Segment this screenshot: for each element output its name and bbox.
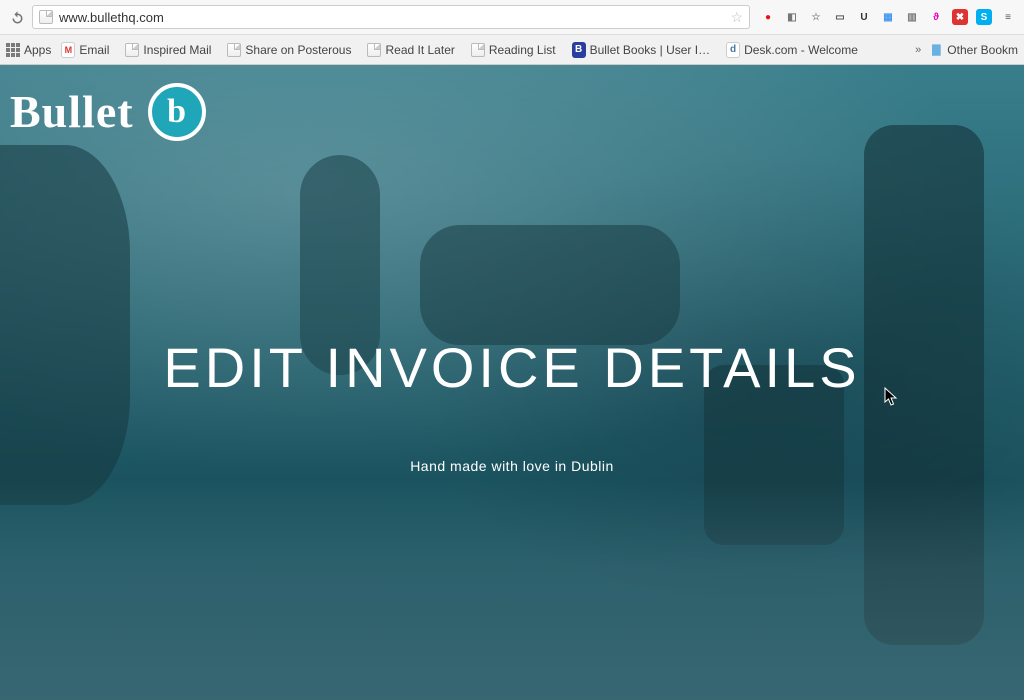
- extension-grid-icon[interactable]: ▥: [902, 7, 922, 27]
- extension-skype-icon[interactable]: S: [974, 7, 994, 27]
- other-bookmarks-label: Other Bookm: [947, 43, 1018, 57]
- page-icon: [227, 43, 241, 57]
- apps-icon: [6, 43, 20, 57]
- apps-button[interactable]: Apps: [6, 43, 51, 57]
- hero: EDIT INVOICE DETAILS Hand made with love…: [0, 335, 1024, 474]
- url-text: www.bullethq.com: [59, 10, 724, 25]
- extension-box-icon[interactable]: ▦: [878, 7, 898, 27]
- bookmark-item[interactable]: Inspired Mail: [125, 43, 211, 57]
- bookmark-item[interactable]: B Bullet Books | User I…: [572, 43, 711, 57]
- hero-subtitle: Hand made with love in Dublin: [0, 458, 1024, 474]
- extension-red-dot-icon[interactable]: ●: [758, 7, 778, 27]
- extension-star-icon[interactable]: ☆: [806, 7, 826, 27]
- extension-square-icon[interactable]: ◧: [782, 7, 802, 27]
- brand-wordmark: Bullet: [10, 89, 134, 135]
- bookmark-label: Desk.com - Welcome: [744, 43, 858, 57]
- brand-badge: b: [148, 83, 206, 141]
- bookmark-item[interactable]: Reading List: [471, 43, 556, 57]
- bg-shape: [0, 481, 1024, 700]
- bookmarks-bar: Apps M Email Inspired Mail Share on Postero…: [0, 34, 1024, 64]
- brand-badge-letter: b: [167, 95, 186, 129]
- bookmark-item[interactable]: M Email: [61, 43, 109, 57]
- page-viewport: Bullet b EDIT INVOICE DETAILS Hand made …: [0, 65, 1024, 700]
- bookmark-item[interactable]: Share on Posterous: [227, 43, 351, 57]
- page-icon: [367, 43, 381, 57]
- brand-logo[interactable]: Bullet b: [10, 83, 206, 141]
- apps-label: Apps: [24, 43, 51, 57]
- bookmark-item[interactable]: Read It Later: [367, 43, 454, 57]
- bookmark-item[interactable]: d Desk.com - Welcome: [726, 43, 858, 57]
- page-icon: [125, 43, 139, 57]
- bookmarks-overflow: » ▇ Other Bookm: [915, 43, 1018, 57]
- extension-cross-icon[interactable]: ✖: [950, 7, 970, 27]
- page-icon: [471, 43, 485, 57]
- site-icon: [39, 10, 53, 24]
- gmail-icon: M: [61, 43, 75, 57]
- bookmark-label: Bullet Books | User I…: [590, 43, 711, 57]
- reload-button[interactable]: [6, 6, 28, 28]
- bookmark-label: Email: [79, 43, 109, 57]
- bookmark-items: M Email Inspired Mail Share on Posterous Rea…: [61, 43, 858, 57]
- browser-chrome: www.bullethq.com ☆ ●◧☆▭U▦▥ϑ✖S≡ Apps MEma…: [0, 0, 1024, 65]
- desk-icon: d: [726, 43, 740, 57]
- extension-menu-icon[interactable]: ≡: [998, 7, 1018, 27]
- bookmark-label: Reading List: [489, 43, 556, 57]
- hero-title: EDIT INVOICE DETAILS: [0, 335, 1024, 400]
- bullet-icon: B: [572, 43, 586, 57]
- extension-u-icon[interactable]: U: [854, 7, 874, 27]
- bg-shape: [420, 225, 680, 345]
- bookmark-label: Read It Later: [385, 43, 454, 57]
- bookmark-label: Share on Posterous: [245, 43, 351, 57]
- extension-window-icon[interactable]: ▭: [830, 7, 850, 27]
- other-bookmarks[interactable]: ▇ Other Bookm: [929, 43, 1018, 57]
- bookmark-star-icon[interactable]: ☆: [730, 9, 743, 26]
- toolbar: www.bullethq.com ☆ ●◧☆▭U▦▥ϑ✖S≡: [0, 0, 1024, 34]
- overflow-chevron-icon[interactable]: »: [915, 44, 921, 56]
- address-bar[interactable]: www.bullethq.com ☆: [32, 5, 750, 29]
- folder-icon: ▇: [929, 43, 943, 57]
- bookmark-label: Inspired Mail: [143, 43, 211, 57]
- extension-swirl-icon[interactable]: ϑ: [926, 7, 946, 27]
- extensions-strip: ●◧☆▭U▦▥ϑ✖S≡: [754, 7, 1018, 27]
